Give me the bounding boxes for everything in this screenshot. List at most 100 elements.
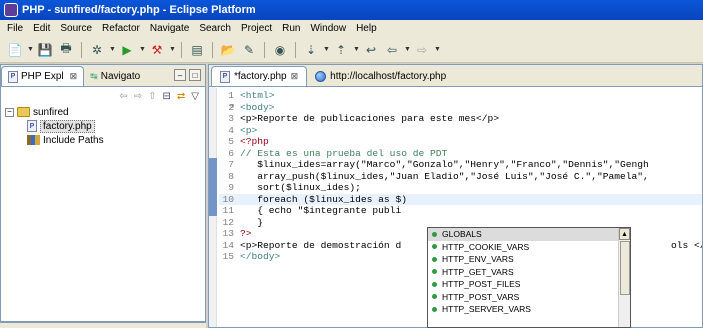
close-icon[interactable]: ⊠ — [291, 71, 299, 82]
tree-item-include-paths[interactable]: Include Paths — [5, 133, 205, 147]
autocomplete-label: HTTP_POST_FILES — [442, 279, 521, 290]
menu-window[interactable]: Window — [305, 23, 351, 34]
code-text: <body> — [240, 101, 275, 113]
code-line: 15 </body> — [219, 251, 280, 263]
next-annotation-dropdown-icon[interactable]: ▼ — [323, 46, 330, 53]
tree-item-file[interactable]: P factory.php — [5, 119, 205, 133]
globe-icon — [315, 70, 327, 82]
forward-icon[interactable]: ⇨ — [413, 41, 431, 59]
code-text: ?> — [240, 228, 252, 239]
menu-search[interactable]: Search — [194, 23, 236, 34]
line-number: 3 — [228, 113, 234, 124]
code-line: 10 foreach ($linux_ides as $) — [219, 193, 702, 205]
scroll-thumb[interactable] — [620, 241, 630, 295]
code-line: 13 ?> — [219, 228, 252, 240]
menu-refactor[interactable]: Refactor — [97, 23, 145, 34]
forward-dropdown-icon[interactable]: ▼ — [434, 46, 441, 53]
autocomplete-item[interactable]: HTTP_ENV_VARS — [428, 253, 630, 266]
code-text: <?php — [240, 136, 269, 147]
maximize-icon[interactable]: □ — [189, 69, 201, 81]
next-annotation-icon[interactable]: ⇣ — [302, 41, 320, 59]
back-icon[interactable]: ⇦ — [383, 41, 401, 59]
menu-file[interactable]: File — [2, 23, 28, 34]
new-icon[interactable]: 📄 — [6, 41, 24, 59]
variable-icon — [432, 269, 437, 275]
menu-project[interactable]: Project — [236, 23, 277, 34]
debug-dropdown-icon[interactable]: ▼ — [109, 46, 116, 53]
code-line: 4 <p> — [219, 125, 257, 137]
autocomplete-item[interactable]: GLOBALS — [428, 228, 630, 241]
code-text: sort($linux_ides); — [240, 182, 361, 193]
autocomplete-item[interactable]: HTTP_COOKIE_VARS — [428, 241, 630, 254]
view-menu-icon[interactable]: ▽ — [191, 91, 199, 102]
menu-source[interactable]: Source — [55, 23, 97, 34]
tab-label: PHP Expl — [21, 71, 64, 82]
code-line: 1 <html> — [219, 90, 274, 102]
fold-icon[interactable]: ⊖ — [230, 102, 234, 114]
php-file-icon: P — [27, 120, 37, 132]
collapse-icon[interactable]: − — [5, 107, 14, 117]
external-tools-icon[interactable]: ⚒ — [148, 41, 166, 59]
forward-icon[interactable]: ⇨ — [134, 91, 142, 102]
main-toolbar: 📄 ▼ 💾 🖶 ✲ ▼ ▶ ▼ ⚒ ▼ ▤ 📂 ✎ ◉ ⇣ ▼ ⇡ ▼ ↩ ⇦ ▼ ⇨ ▼ — [0, 37, 703, 63]
scroll-up-icon[interactable]: ▲ — [619, 228, 630, 240]
external-tools-dropdown-icon[interactable]: ▼ — [169, 46, 176, 53]
run-dropdown-icon[interactable]: ▼ — [139, 46, 146, 53]
variable-icon — [432, 244, 437, 250]
code-line: 3 <p>Reporte de publicaciones para este m… — [219, 113, 499, 125]
autocomplete-item[interactable]: HTTP_GET_VARS — [428, 266, 630, 279]
toolbar-separator — [181, 41, 182, 58]
open-folder-icon[interactable]: 📂 — [219, 41, 237, 59]
up-icon[interactable]: ⇧ — [148, 91, 156, 102]
explorer-toolbar: ⇦ ⇨ ⇧ ⊟ ⇄ ▽ — [1, 87, 205, 105]
new-dropdown-icon[interactable]: ▼ — [27, 46, 34, 53]
code-text: </body> — [240, 251, 281, 262]
tree-item-project[interactable]: − sunfired — [5, 105, 205, 119]
run-icon[interactable]: ▶ — [118, 41, 136, 59]
prev-annotation-icon[interactable]: ⇡ — [332, 41, 350, 59]
autocomplete-scrollbar[interactable]: ▲ — [618, 228, 630, 327]
left-panel-tabs: P PHP Expl ⊠ ↹ Navigato – □ — [1, 65, 205, 87]
line-number: 1 — [228, 90, 234, 101]
back-dropdown-icon[interactable]: ▼ — [404, 46, 411, 53]
eclipse-icon — [4, 3, 18, 17]
code-line: 2 ⊖ <body> — [219, 101, 275, 114]
autocomplete-item[interactable]: HTTP_SERVER_VARS — [428, 303, 630, 316]
menu-help[interactable]: Help — [351, 23, 382, 34]
variable-icon — [432, 294, 437, 300]
last-edit-icon[interactable]: ↩ — [362, 41, 380, 59]
code-line: 14 <p>Reporte de demostración d ols </p> — [219, 240, 702, 252]
tab-php-explorer[interactable]: P PHP Expl ⊠ — [1, 66, 85, 86]
tab-label: Navigato — [100, 70, 141, 82]
tab-navigator[interactable]: ↹ Navigato — [84, 66, 146, 86]
save-icon[interactable]: 💾 — [36, 41, 54, 59]
autocomplete-item[interactable]: HTTP_POST_FILES — [428, 278, 630, 291]
prev-annotation-dropdown-icon[interactable]: ▼ — [353, 46, 360, 53]
menu-edit[interactable]: Edit — [28, 23, 55, 34]
toolbar-separator — [295, 41, 296, 58]
code-text: <p> — [240, 124, 258, 136]
code-line: 7 $linux_ides=array("Marco","Gonzalo","H… — [219, 159, 649, 171]
php-explorer-icon: P — [8, 70, 18, 83]
autocomplete-label: GLOBALS — [442, 229, 482, 240]
link-editor-icon[interactable]: ⇄ — [177, 91, 185, 102]
open-type-icon[interactable]: ▤ — [188, 41, 206, 59]
collapse-all-icon[interactable]: ⊟ — [163, 91, 171, 102]
line-number: 8 — [228, 170, 234, 182]
tab-browser[interactable]: http://localhost/factory.php — [307, 66, 454, 86]
minimize-icon[interactable]: – — [174, 69, 186, 81]
close-icon[interactable]: ⊠ — [70, 71, 78, 82]
debug-icon[interactable]: ✲ — [88, 41, 106, 59]
tab-factory-php[interactable]: P *factory.php ⊠ — [211, 66, 308, 86]
line-number: 12 — [222, 216, 234, 228]
library-icon — [27, 135, 40, 145]
browser-globe-icon[interactable]: ◉ — [271, 41, 289, 59]
menu-navigate[interactable]: Navigate — [145, 23, 194, 34]
back-icon[interactable]: ⇦ — [119, 91, 127, 102]
print-icon[interactable]: 🖶 — [57, 41, 75, 59]
menu-run[interactable]: Run — [277, 23, 305, 34]
edit-pen-icon[interactable]: ✎ — [240, 41, 258, 59]
autocomplete-item[interactable]: HTTP_POST_VARS — [428, 291, 630, 304]
menu-bar: File Edit Source Refactor Navigate Searc… — [0, 20, 703, 37]
code-text: { echo "$integrante publi — [240, 205, 402, 216]
